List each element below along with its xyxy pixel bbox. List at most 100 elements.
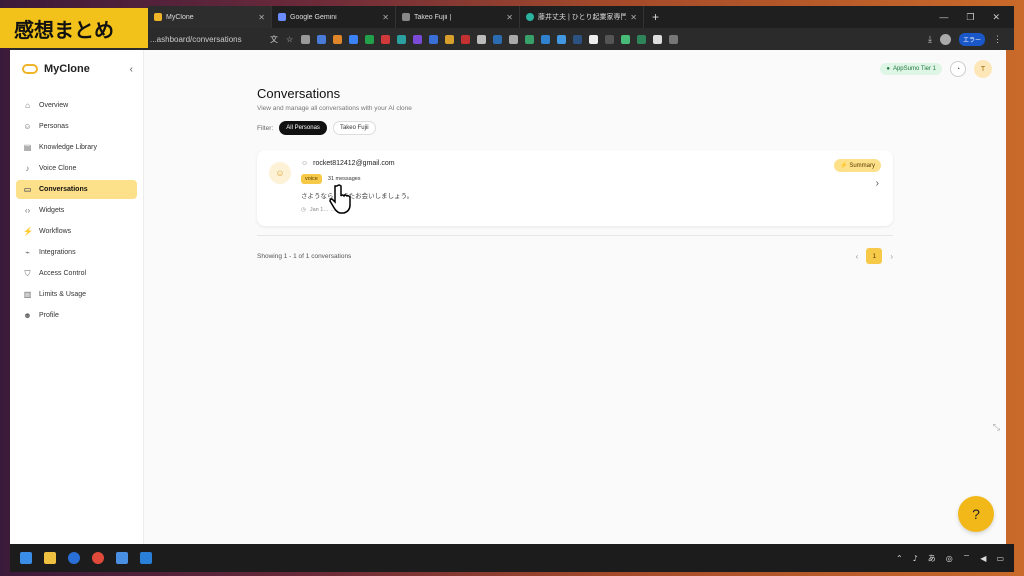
mic-icon: ♪: [25, 164, 30, 173]
windows-start-icon[interactable]: [20, 552, 32, 564]
sidebar-item-overview[interactable]: ⌂ Overview: [16, 96, 137, 115]
extension-icon[interactable]: [653, 34, 663, 44]
extension-icon[interactable]: [413, 34, 423, 44]
collapse-sidebar-icon[interactable]: ‹: [130, 64, 133, 75]
translate-icon[interactable]: 文: [270, 34, 278, 45]
extension-icon[interactable]: [317, 34, 327, 44]
sidebar-item-knowledge-library[interactable]: ▤ Knowledge Library: [16, 138, 137, 157]
conversation-tags: voice 31 messages: [301, 174, 361, 184]
filter-chip-takeo-fujii[interactable]: Takeo Fujii: [332, 121, 376, 135]
file-explorer-icon[interactable]: [44, 552, 56, 564]
close-icon[interactable]: ✕: [382, 13, 389, 22]
close-icon[interactable]: ✕: [630, 13, 637, 22]
page-number[interactable]: 1: [866, 248, 883, 264]
sidebar-item-conversations[interactable]: ▭ Conversations: [16, 180, 137, 199]
sidebar-item-profile[interactable]: ☻ Profile: [16, 306, 137, 325]
volume-icon[interactable]: ◀: [980, 554, 986, 563]
extension-icon[interactable]: [637, 34, 647, 44]
browser-tab-fujii[interactable]: 藤井丈夫 | ひとり起業家専門の... ✕: [520, 6, 644, 28]
extension-icon[interactable]: [365, 34, 375, 44]
help-chat-button[interactable]: ?: [958, 496, 994, 532]
extension-icon[interactable]: [541, 34, 551, 44]
sidebar-item-limits-usage[interactable]: ▥ Limits & Usage: [16, 285, 137, 304]
chevron-up-icon[interactable]: ⌃: [896, 554, 903, 563]
conversation-card[interactable]: ☺ ☺ rocket812412@gmail.com voice 31 mess…: [257, 150, 893, 226]
expand-icon[interactable]: ⤡: [993, 422, 1000, 433]
sidebar-item-voice-clone[interactable]: ♪ Voice Clone: [16, 159, 137, 178]
prev-page-icon[interactable]: ‹: [856, 252, 859, 261]
extension-icon[interactable]: [445, 34, 455, 44]
page-favicon-icon: [402, 13, 410, 21]
sidebar-item-label: Personas: [39, 123, 69, 130]
sidebar-item-label: Knowledge Library: [39, 144, 97, 151]
extension-icon[interactable]: [573, 34, 583, 44]
sidebar-item-integrations[interactable]: ⌁ Integrations: [16, 243, 137, 262]
tab-label: Takeo Fujii |: [414, 13, 452, 21]
extension-icon[interactable]: [605, 34, 615, 44]
usage-gauge-icon[interactable]: ◔: [950, 61, 966, 77]
extensions-bar: [301, 34, 679, 44]
next-page-icon[interactable]: ›: [890, 252, 893, 261]
profile-error-pill[interactable]: エラー: [958, 32, 985, 46]
filter-chip-all-personas[interactable]: All Personas: [279, 121, 327, 135]
browser-tab-gemini[interactable]: Google Gemini ✕: [272, 6, 396, 28]
ime-icon[interactable]: あ: [928, 553, 936, 564]
conversation-preview: さようなら！ またお会いしましょう。: [301, 192, 414, 200]
extension-icon[interactable]: [301, 34, 311, 44]
close-window-icon[interactable]: ✕: [992, 12, 1000, 23]
avatar[interactable]: T: [974, 60, 992, 78]
sidebar-item-personas[interactable]: ☺ Personas: [16, 117, 137, 136]
battery-icon[interactable]: ▭: [996, 554, 1004, 563]
chat-icon: ▭: [23, 185, 32, 194]
summary-button[interactable]: ⚡ Summary: [834, 159, 881, 172]
extension-icon[interactable]: [477, 34, 487, 44]
brand: MyClone ‹: [10, 60, 143, 78]
extension-icon[interactable]: [525, 34, 535, 44]
channel-tag: voice: [301, 174, 322, 184]
tier-badge: ● AppSumo Tier 1: [880, 63, 942, 75]
extension-icon[interactable]: [557, 34, 567, 44]
extension-icon[interactable]: [621, 34, 631, 44]
network-icon[interactable]: ⌔: [963, 553, 971, 563]
user-icon: ☺: [301, 160, 309, 167]
sidebar-item-widgets[interactable]: ‹› Widgets: [16, 201, 137, 220]
vscode-icon[interactable]: [140, 552, 152, 564]
chevron-right-icon[interactable]: ›: [876, 178, 879, 189]
restore-icon[interactable]: ❐: [966, 12, 974, 23]
extension-icon[interactable]: [381, 34, 391, 44]
url-field[interactable]: ...ashboard/conversations: [150, 35, 270, 44]
extension-icon[interactable]: [509, 34, 519, 44]
plug-icon: ⌁: [25, 248, 30, 257]
app-icon[interactable]: [116, 552, 128, 564]
browser-tab-takeo[interactable]: Takeo Fujii | ✕: [396, 6, 520, 28]
menu-icon[interactable]: ⋮: [993, 34, 1002, 45]
download-icon[interactable]: ⤓: [928, 34, 932, 45]
sidebar-item-workflows[interactable]: ⚡ Workflows: [16, 222, 137, 241]
sidebar-item-label: Widgets: [39, 207, 65, 214]
sidebar-item-access-control[interactable]: ⛉ Access Control: [16, 264, 137, 283]
sidebar-item-label: Limits & Usage: [39, 291, 87, 298]
bar-chart-icon: ▥: [23, 290, 32, 299]
sync-icon[interactable]: ◎: [946, 554, 953, 563]
extension-icon[interactable]: [493, 34, 503, 44]
extension-icon[interactable]: [669, 34, 679, 44]
browser-profile-area: ⤓ エラー ⋮: [928, 32, 1014, 46]
extension-icon[interactable]: [429, 34, 439, 44]
extension-icon[interactable]: [461, 34, 471, 44]
extension-icon[interactable]: [333, 34, 343, 44]
minimize-icon[interactable]: —: [939, 12, 948, 23]
browser-tab-myclone[interactable]: MyClone ✕: [148, 6, 272, 28]
bookmark-star-icon[interactable]: ☆: [286, 35, 293, 44]
extension-icon[interactable]: [589, 34, 599, 44]
extension-icon[interactable]: [349, 34, 359, 44]
sidebar-item-label: Workflows: [39, 228, 72, 235]
microphone-icon[interactable]: ♪: [913, 554, 918, 563]
new-tab-button[interactable]: +: [644, 10, 667, 24]
close-icon[interactable]: ✕: [506, 13, 513, 22]
chrome-icon[interactable]: [92, 552, 104, 564]
shield-icon: ⛉: [24, 269, 31, 278]
close-icon[interactable]: ✕: [258, 13, 265, 22]
app-icon[interactable]: [68, 552, 80, 564]
profile-avatar-icon[interactable]: [939, 33, 951, 45]
extension-icon[interactable]: [397, 34, 407, 44]
